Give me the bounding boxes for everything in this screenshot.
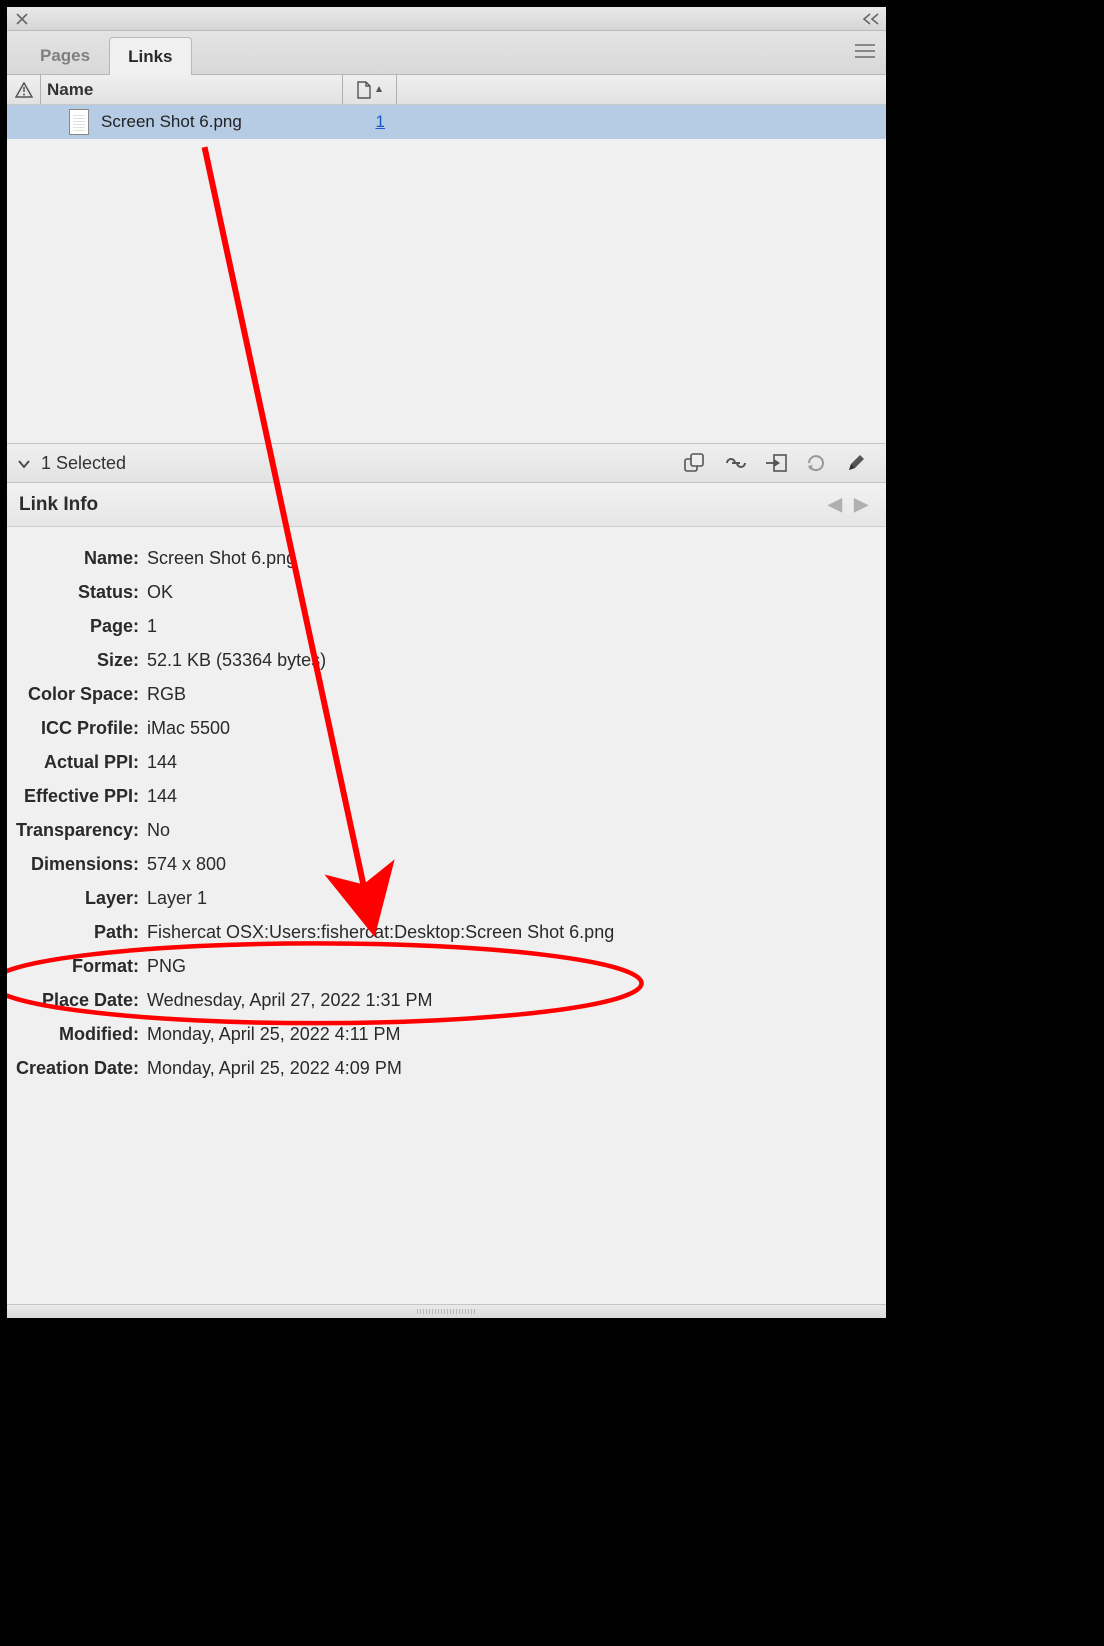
column-page-icon[interactable] xyxy=(343,75,397,104)
link-info-title: Link Info xyxy=(19,494,98,516)
update-link-icon[interactable] xyxy=(796,448,836,478)
detail-layer: Layer:Layer 1 xyxy=(7,881,886,915)
link-info-header: Link Info ◀ ▶ xyxy=(7,483,886,527)
detail-creation-date: Creation Date:Monday, April 25, 2022 4:0… xyxy=(7,1051,886,1085)
detail-path: Path:Fishercat OSX:Users:fishercat:Deskt… xyxy=(7,915,886,949)
detail-actual-ppi: Actual PPI:144 xyxy=(7,745,886,779)
prev-link-icon[interactable]: ◀ xyxy=(822,494,848,515)
edit-original-icon[interactable] xyxy=(836,448,876,478)
detail-transparency: Transparency:No xyxy=(7,813,886,847)
detail-icc-profile: ICC Profile:iMac 5500 xyxy=(7,711,886,745)
sort-arrow-icon xyxy=(375,85,383,95)
next-link-icon[interactable]: ▶ xyxy=(848,494,874,515)
chevron-down-icon[interactable] xyxy=(17,453,31,474)
column-status-icon[interactable] xyxy=(7,75,41,104)
relink-icon[interactable] xyxy=(716,448,756,478)
selection-count: 1 Selected xyxy=(41,453,126,474)
link-info-details: Name:Screen Shot 6.png Status:OK Page:1 … xyxy=(7,527,886,1304)
thumbnail-icon xyxy=(69,109,89,135)
close-icon[interactable] xyxy=(13,10,31,28)
status-bar: 1 Selected xyxy=(7,443,886,483)
list-item-page-link[interactable]: 1 xyxy=(345,112,399,132)
detail-effective-ppi: Effective PPI:144 xyxy=(7,779,886,813)
resize-grip[interactable] xyxy=(7,1304,886,1318)
detail-color-space: Color Space:RGB xyxy=(7,677,886,711)
list-item[interactable]: Screen Shot 6.png 1 xyxy=(7,105,886,139)
detail-name: Name:Screen Shot 6.png xyxy=(7,541,886,575)
detail-format: Format:PNG xyxy=(7,949,886,983)
detail-place-date: Place Date:Wednesday, April 27, 2022 1:3… xyxy=(7,983,886,1017)
relink-cc-icon[interactable] xyxy=(676,448,716,478)
detail-size: Size:52.1 KB (53364 bytes) xyxy=(7,643,886,677)
detail-status: Status:OK xyxy=(7,575,886,609)
detail-dimensions: Dimensions:574 x 800 xyxy=(7,847,886,881)
panel-titlebar xyxy=(7,7,886,31)
tabs-row: Pages Links xyxy=(7,31,886,75)
column-name[interactable]: Name xyxy=(41,75,343,104)
list-item-filename: Screen Shot 6.png xyxy=(101,112,345,132)
tab-links[interactable]: Links xyxy=(109,37,191,75)
links-panel-window: Pages Links Name Screen Shot 6.png 1 1 S… xyxy=(6,6,887,1319)
panel-menu-icon[interactable] xyxy=(854,43,876,61)
detail-modified: Modified:Monday, April 25, 2022 4:11 PM xyxy=(7,1017,886,1051)
tab-pages[interactable]: Pages xyxy=(21,36,109,74)
goto-link-icon[interactable] xyxy=(756,448,796,478)
links-list[interactable]: Screen Shot 6.png 1 xyxy=(7,105,886,443)
collapse-icon[interactable] xyxy=(862,10,880,28)
column-headers: Name xyxy=(7,75,886,105)
detail-page: Page:1 xyxy=(7,609,886,643)
